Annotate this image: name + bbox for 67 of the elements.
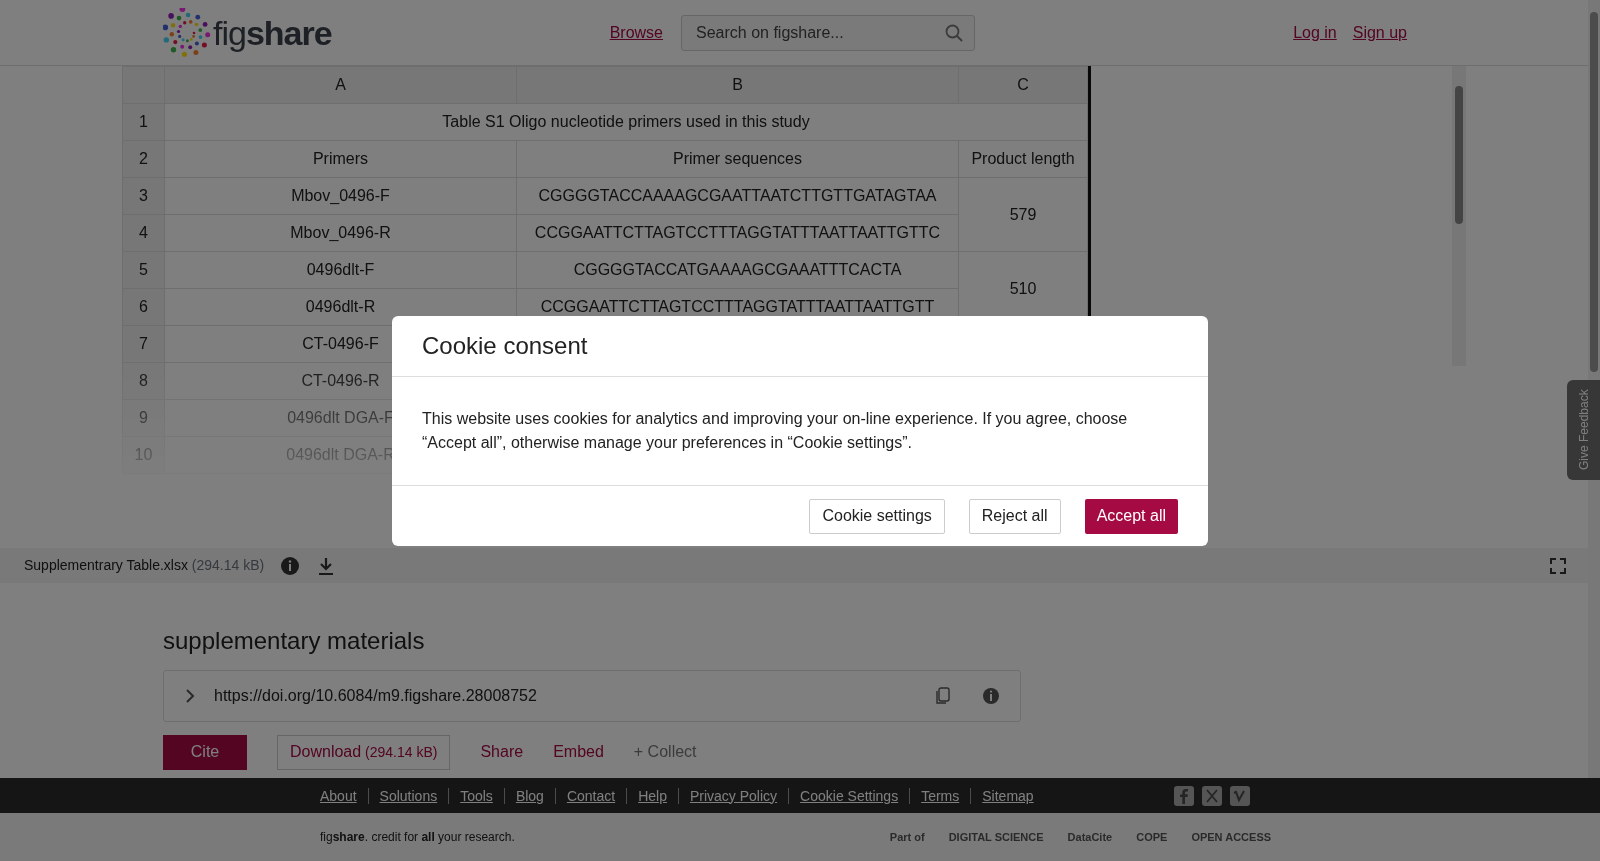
- collect-link[interactable]: + Collect: [633, 740, 697, 765]
- table-cell: 579: [958, 177, 1088, 252]
- row-number: 8: [122, 362, 165, 400]
- partner-logo[interactable]: DIGITAL SCIENCE: [948, 828, 1044, 846]
- footer-link[interactable]: Privacy Policy: [677, 787, 778, 804]
- chevron-icon[interactable]: [184, 687, 196, 704]
- row-number: 1: [122, 103, 165, 141]
- cite-button[interactable]: Cite: [163, 734, 247, 770]
- table-cell: Mbov_0496-R: [164, 214, 517, 252]
- action-link[interactable]: Share: [480, 740, 524, 765]
- logo-icon: [163, 7, 213, 58]
- footer-link[interactable]: Solutions: [367, 787, 438, 804]
- footer-link[interactable]: Cookie Settings: [788, 787, 899, 804]
- item-title: supplementary materials: [163, 627, 426, 656]
- scrollbar[interactable]: [1452, 66, 1466, 366]
- logo[interactable]: figshare: [213, 15, 332, 50]
- column-header: B: [516, 66, 959, 104]
- dialog-button[interactable]: Cookie settings: [809, 498, 945, 534]
- doi-link[interactable]: https://doi.org/10.6084/m9.figshare.28008752: [214, 683, 916, 708]
- search-icon[interactable]: [945, 23, 963, 42]
- column-header: C: [958, 66, 1088, 104]
- file-name: Supplementrary Table.xlsx (294.14 kB): [24, 556, 265, 575]
- partner-logo[interactable]: Part of: [889, 828, 925, 846]
- row-number: 5: [122, 251, 165, 289]
- table-cell: Primer sequences: [516, 140, 959, 178]
- partner-logo[interactable]: COPE: [1136, 828, 1168, 846]
- login-link[interactable]: Log in: [1293, 20, 1337, 45]
- download-button[interactable]: Download (294.14 kB): [277, 734, 451, 770]
- copy-icon[interactable]: [934, 686, 950, 705]
- signup-link[interactable]: Sign up: [1352, 20, 1407, 45]
- info-icon[interactable]: [982, 686, 1000, 705]
- accept-button[interactable]: Accept all: [1084, 498, 1178, 534]
- partner-logo[interactable]: DataCite: [1067, 828, 1113, 846]
- info-icon[interactable]: [280, 555, 301, 576]
- browse-link[interactable]: Browse: [609, 20, 663, 45]
- search-field[interactable]: Search on figshare...: [681, 14, 975, 51]
- partner-logo[interactable]: OPEN ACCESS: [1191, 828, 1272, 846]
- row-number: 7: [122, 325, 165, 363]
- dialog-button[interactable]: Reject all: [968, 498, 1061, 534]
- table-cell: Table S1 Oligo nucleotide primers used in this study: [164, 103, 1088, 141]
- footer-link[interactable]: Blog: [503, 787, 544, 804]
- expand-icon[interactable]: [1550, 557, 1566, 574]
- footer-link[interactable]: Terms: [909, 787, 960, 804]
- tagline: figshare. credit for all your research.: [320, 829, 515, 846]
- column-header: A: [164, 66, 517, 104]
- x-icon[interactable]: [1201, 785, 1222, 806]
- table-cell: Product length: [958, 140, 1088, 178]
- facebook-icon[interactable]: [1173, 785, 1194, 806]
- row-number: 9: [122, 399, 165, 437]
- dialog-title: Cookie consent: [392, 316, 1208, 377]
- footer-link[interactable]: Tools: [448, 787, 493, 804]
- action-link[interactable]: Embed: [553, 740, 604, 765]
- row-number: 4: [122, 214, 165, 252]
- table-cell: 0496dlt-F: [164, 251, 517, 289]
- table-cell: Mbov_0496-F: [164, 177, 517, 215]
- vimeo-icon[interactable]: [1229, 785, 1250, 806]
- feedback-tab[interactable]: Give Feedback: [1567, 380, 1600, 480]
- table-cell: Primers: [164, 140, 517, 178]
- table-cell: CGGGGTACCATGAAAAGCGAAATTTCACTA: [516, 251, 959, 289]
- footer-link[interactable]: Sitemap: [970, 787, 1034, 804]
- table-cell: CGGGGTACCAAAAGCGAATTAATCTTGTTGATAGTAA: [516, 177, 959, 215]
- row-number: 2: [122, 140, 165, 178]
- row-number: 3: [122, 177, 165, 215]
- footer-link[interactable]: Help: [626, 787, 667, 804]
- footer-link[interactable]: About: [320, 787, 357, 804]
- row-number: 6: [122, 288, 165, 326]
- footer-link[interactable]: Contact: [554, 787, 616, 804]
